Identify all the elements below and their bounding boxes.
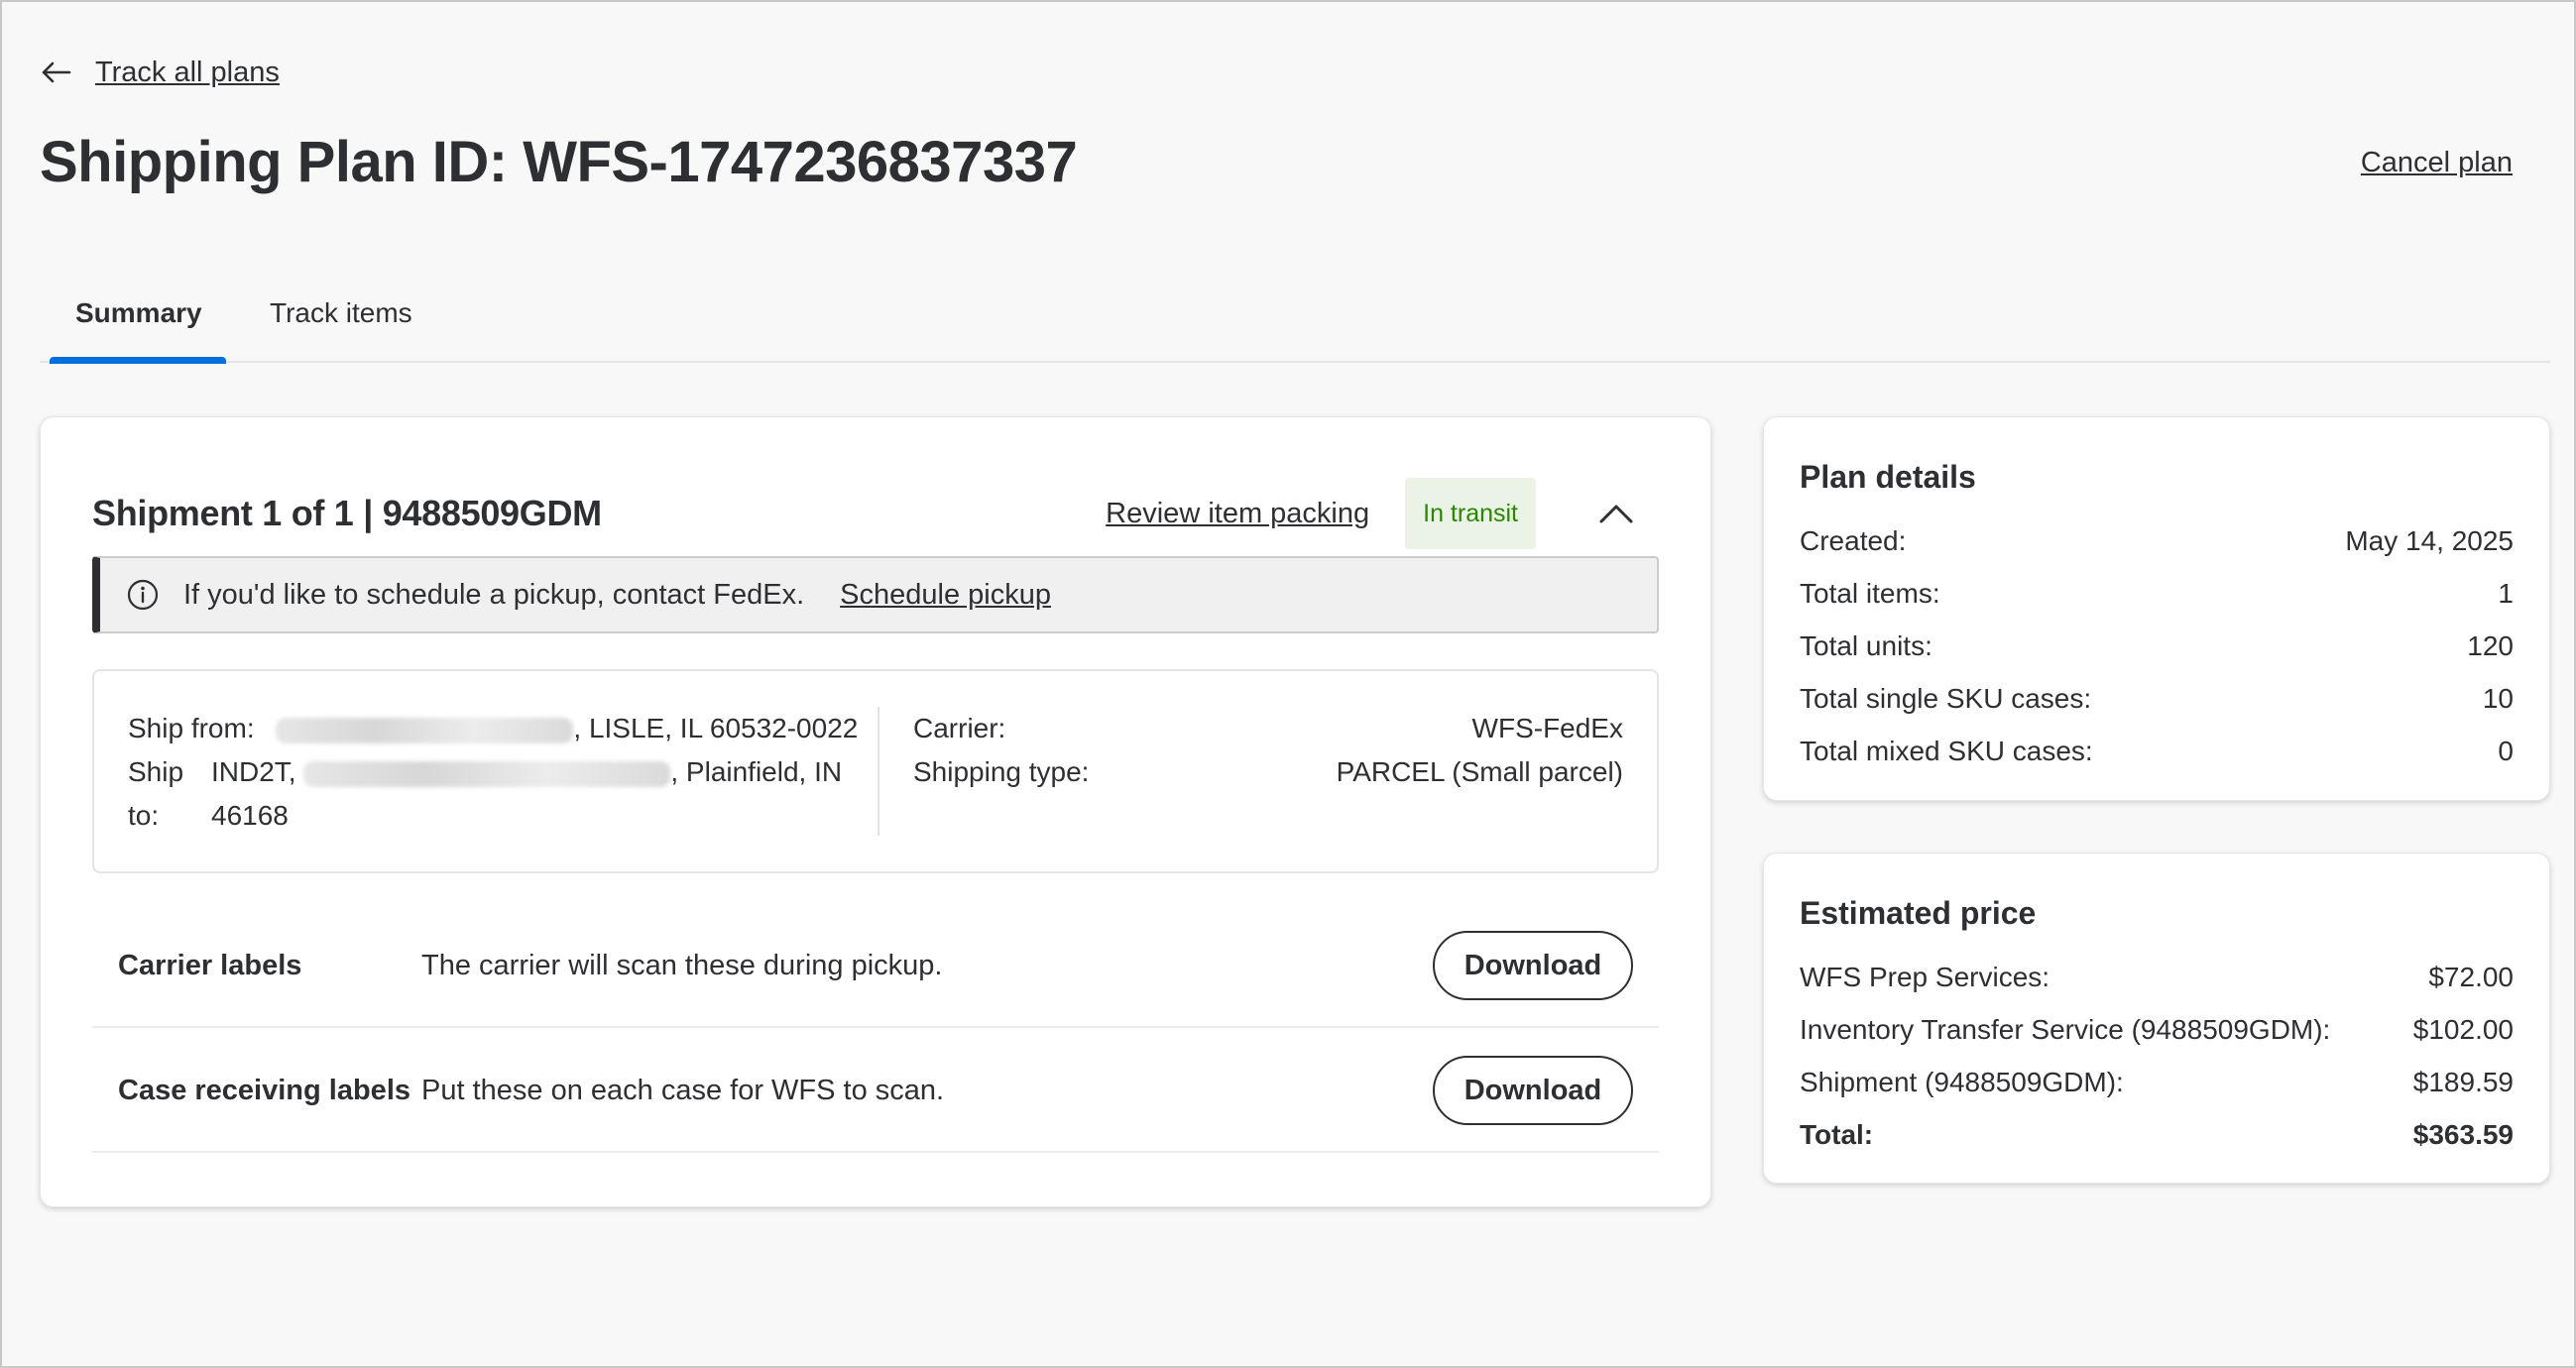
carrier-value: WFS-FedEx: [1471, 713, 1623, 743]
carrier-row: Carrier: WFS-FedEx: [913, 707, 1623, 750]
price-row: WFS Prep Services: $72.00: [1800, 961, 2514, 992]
carrier-details: Carrier: WFS-FedEx Shipping type: PARCEL…: [913, 707, 1623, 794]
price-list: WFS Prep Services: $72.00 Inventory Trans…: [1800, 951, 2514, 1161]
info-icon: [126, 578, 160, 612]
cancel-plan-link[interactable]: Cancel plan: [2361, 147, 2513, 179]
shipment-card: Shipment 1 of 1 | 9488509GDM Review item…: [40, 416, 1711, 1207]
chevron-up-icon[interactable]: [1591, 489, 1641, 538]
address-box: Ship from: , LISLE, IL 60532-0022 Ship t…: [92, 669, 1659, 873]
label-name: Case receiving labels: [118, 1074, 410, 1106]
arrow-left-icon[interactable]: [40, 56, 73, 89]
track-all-plans-link[interactable]: Track all plans: [95, 57, 280, 89]
plan-details-card: Plan details Created: May 14, 2025 Total …: [1763, 416, 2550, 801]
detail-row: Total mixed SKU cases: 0: [1800, 735, 2514, 766]
carrier-labels-row: Carrier labels The carrier will scan the…: [92, 905, 1659, 1028]
alert-text: If you'd like to schedule a pickup, cont…: [183, 578, 805, 611]
label-name: Carrier labels: [118, 949, 302, 981]
plan-details-list: Created: May 14, 2025 Total items: 1 Total…: [1800, 514, 2514, 777]
tab-summary[interactable]: Summary: [75, 278, 202, 363]
detail-row: Total single SKU cases: 10: [1800, 682, 2514, 714]
price-row: Shipment (9488509GDM): $189.59: [1800, 1066, 2514, 1097]
ship-from-row: Ship from: , LISLE, IL 60532-0022: [128, 707, 881, 750]
price-row: Inventory Transfer Service (9488509GDM):…: [1800, 1013, 2514, 1045]
review-item-packing-link[interactable]: Review item packing: [1106, 498, 1369, 530]
case-receiving-labels-row: Case receiving labels Put these on each …: [92, 1030, 1659, 1153]
ship-from-label: Ship from:: [128, 713, 255, 743]
back-nav[interactable]: Track all plans: [40, 56, 280, 89]
schedule-pickup-link[interactable]: Schedule pickup: [840, 579, 1051, 612]
redacted-address: [276, 717, 574, 743]
ship-from-value: , LISLE, IL 60532-0022: [573, 713, 859, 743]
shipping-type-row: Shipping type: PARCEL (Small parcel): [913, 750, 1623, 794]
tab-bar: Summary Track items: [40, 278, 2550, 364]
page-title: Shipping Plan ID: WFS-1747236837337: [40, 130, 1078, 194]
plan-details-title: Plan details: [1800, 459, 1976, 495]
download-carrier-labels-button[interactable]: Download: [1433, 931, 1633, 1000]
shipment-title: Shipment 1 of 1 | 9488509GDM: [92, 493, 602, 533]
price-total-row: Total: $363.59: [1800, 1118, 2514, 1150]
shipment-header: Shipment 1 of 1 | 9488509GDM Review item…: [92, 477, 1659, 550]
pickup-alert: If you'd like to schedule a pickup, cont…: [92, 556, 1659, 633]
label-description: The carrier will scan these during picku…: [421, 949, 943, 981]
redacted-address: [303, 760, 671, 787]
address-details: Ship from: , LISLE, IL 60532-0022 Ship t…: [128, 707, 881, 838]
active-tab-indicator: [50, 357, 226, 364]
divider: [878, 707, 879, 836]
ship-to-row: Ship to: IND2T, , Plainfield, IN 46168: [128, 750, 881, 838]
estimated-price-card: Estimated price WFS Prep Services: $72.00…: [1763, 853, 2550, 1184]
label-description: Put these on each case for WFS to scan.: [421, 1074, 945, 1106]
detail-row: Total items: 1: [1800, 577, 2514, 609]
detail-row: Total units: 120: [1800, 629, 2514, 661]
ship-to-value: IND2T, , Plainfield, IN 46168: [211, 756, 843, 831]
detail-row: Created: May 14, 2025: [1800, 524, 2514, 556]
ship-to-label: Ship to:: [128, 756, 184, 831]
download-case-labels-button[interactable]: Download: [1433, 1056, 1633, 1125]
tab-track-items[interactable]: Track items: [270, 278, 412, 363]
estimated-price-title: Estimated price: [1800, 895, 2037, 931]
shipping-type-value: PARCEL (Small parcel): [1336, 756, 1623, 787]
status-badge: In transit: [1405, 478, 1536, 549]
